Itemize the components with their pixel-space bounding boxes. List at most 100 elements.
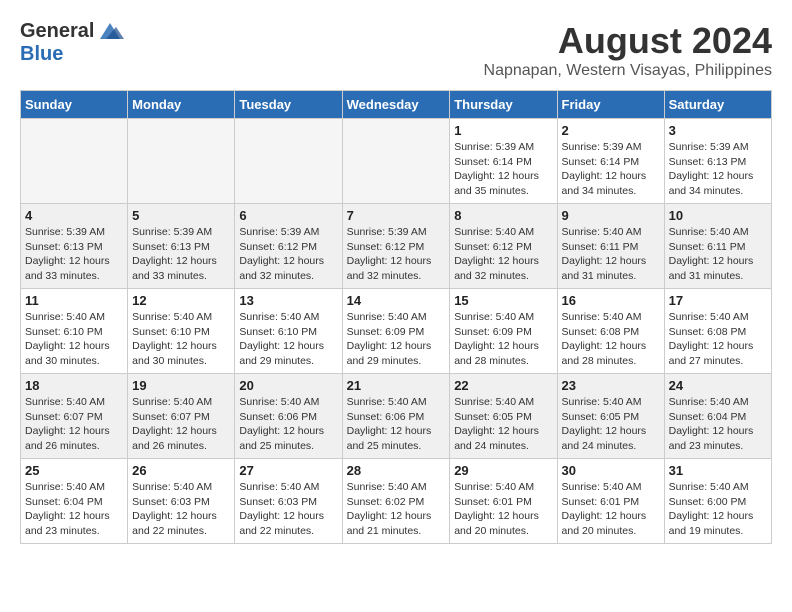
calendar-cell: 24 Sunrise: 5:40 AM Sunset: 6:04 PM Dayli… — [664, 374, 771, 459]
calendar-cell: 9 Sunrise: 5:40 AM Sunset: 6:11 PM Daylig… — [557, 204, 664, 289]
day-number: 10 — [669, 208, 767, 223]
day-info: Sunrise: 5:39 AM Sunset: 6:12 PM Dayligh… — [239, 225, 337, 284]
day-number: 31 — [669, 463, 767, 478]
day-header-monday: Monday — [128, 91, 235, 119]
day-number: 27 — [239, 463, 337, 478]
day-number: 2 — [562, 123, 660, 138]
day-info: Sunrise: 5:40 AM Sunset: 6:12 PM Dayligh… — [454, 225, 552, 284]
day-number: 5 — [132, 208, 230, 223]
calendar-cell: 6 Sunrise: 5:39 AM Sunset: 6:12 PM Daylig… — [235, 204, 342, 289]
day-header-tuesday: Tuesday — [235, 91, 342, 119]
logo-general: General — [20, 20, 94, 43]
day-info: Sunrise: 5:40 AM Sunset: 6:10 PM Dayligh… — [239, 310, 337, 369]
day-info: Sunrise: 5:39 AM Sunset: 6:12 PM Dayligh… — [347, 225, 446, 284]
day-header-sunday: Sunday — [21, 91, 128, 119]
day-number: 6 — [239, 208, 337, 223]
location-title: Napnapan, Western Visayas, Philippines — [484, 62, 772, 80]
day-info: Sunrise: 5:40 AM Sunset: 6:04 PM Dayligh… — [669, 395, 767, 454]
day-number: 18 — [25, 378, 123, 393]
day-info: Sunrise: 5:40 AM Sunset: 6:01 PM Dayligh… — [562, 480, 660, 539]
day-info: Sunrise: 5:40 AM Sunset: 6:03 PM Dayligh… — [132, 480, 230, 539]
week-row-3: 11 Sunrise: 5:40 AM Sunset: 6:10 PM Dayli… — [21, 289, 772, 374]
calendar-cell: 8 Sunrise: 5:40 AM Sunset: 6:12 PM Daylig… — [450, 204, 557, 289]
day-number: 26 — [132, 463, 230, 478]
calendar-cell: 4Sunrise: 5:39 AM Sunset: 6:13 PM Daylig… — [21, 204, 128, 289]
calendar-cell: 15 Sunrise: 5:40 AM Sunset: 6:09 PM Dayli… — [450, 289, 557, 374]
day-number: 12 — [132, 293, 230, 308]
day-header-saturday: Saturday — [664, 91, 771, 119]
day-info: Sunrise: 5:40 AM Sunset: 6:04 PM Dayligh… — [25, 480, 123, 539]
week-row-1: 1 Sunrise: 5:39 AM Sunset: 6:14 PM Daylig… — [21, 119, 772, 204]
day-number: 9 — [562, 208, 660, 223]
day-info: Sunrise: 5:40 AM Sunset: 6:11 PM Dayligh… — [562, 225, 660, 284]
day-number: 3 — [669, 123, 767, 138]
calendar-cell: 2 Sunrise: 5:39 AM Sunset: 6:14 PM Daylig… — [557, 119, 664, 204]
day-header-thursday: Thursday — [450, 91, 557, 119]
day-number: 16 — [562, 293, 660, 308]
day-info: Sunrise: 5:39 AM Sunset: 6:14 PM Dayligh… — [562, 140, 660, 199]
day-number: 8 — [454, 208, 552, 223]
day-info: Sunrise: 5:40 AM Sunset: 6:05 PM Dayligh… — [562, 395, 660, 454]
month-title: August 2024 — [484, 20, 772, 62]
day-info: Sunrise: 5:40 AM Sunset: 6:11 PM Dayligh… — [669, 225, 767, 284]
day-info: Sunrise: 5:40 AM Sunset: 6:00 PM Dayligh… — [669, 480, 767, 539]
calendar-cell: 10 Sunrise: 5:40 AM Sunset: 6:11 PM Dayli… — [664, 204, 771, 289]
calendar-cell: 12 Sunrise: 5:40 AM Sunset: 6:10 PM Dayli… — [128, 289, 235, 374]
calendar-cell: 14 Sunrise: 5:40 AM Sunset: 6:09 PM Dayli… — [342, 289, 450, 374]
day-number: 14 — [347, 293, 446, 308]
day-info: Sunrise: 5:40 AM Sunset: 6:02 PM Dayligh… — [347, 480, 446, 539]
day-info: Sunrise: 5:40 AM Sunset: 6:09 PM Dayligh… — [454, 310, 552, 369]
calendar-cell: 5 Sunrise: 5:39 AM Sunset: 6:13 PM Daylig… — [128, 204, 235, 289]
day-number: 17 — [669, 293, 767, 308]
calendar-cell — [21, 119, 128, 204]
day-number: 1 — [454, 123, 552, 138]
calendar-cell: 3 Sunrise: 5:39 AM Sunset: 6:13 PM Daylig… — [664, 119, 771, 204]
calendar-cell: 7 Sunrise: 5:39 AM Sunset: 6:12 PM Daylig… — [342, 204, 450, 289]
day-info: Sunrise: 5:40 AM Sunset: 6:08 PM Dayligh… — [562, 310, 660, 369]
day-number: 21 — [347, 378, 446, 393]
calendar-cell: 31 Sunrise: 5:40 AM Sunset: 6:00 PM Dayli… — [664, 459, 771, 544]
calendar-cell: 19 Sunrise: 5:40 AM Sunset: 6:07 PM Dayli… — [128, 374, 235, 459]
day-info: Sunrise: 5:40 AM Sunset: 6:09 PM Dayligh… — [347, 310, 446, 369]
day-number: 23 — [562, 378, 660, 393]
day-info: Sunrise: 5:39 AM Sunset: 6:13 PM Dayligh… — [669, 140, 767, 199]
day-number: 24 — [669, 378, 767, 393]
day-info: Sunrise: 5:40 AM Sunset: 6:07 PM Dayligh… — [132, 395, 230, 454]
logo-icon — [96, 21, 124, 43]
day-info: Sunrise: 5:39 AM Sunset: 6:13 PM Dayligh… — [132, 225, 230, 284]
week-row-2: 4Sunrise: 5:39 AM Sunset: 6:13 PM Daylig… — [21, 204, 772, 289]
title-area: August 2024 Napnapan, Western Visayas, P… — [484, 20, 772, 80]
day-info: Sunrise: 5:39 AM Sunset: 6:14 PM Dayligh… — [454, 140, 552, 199]
day-header-friday: Friday — [557, 91, 664, 119]
day-number: 15 — [454, 293, 552, 308]
day-info: Sunrise: 5:40 AM Sunset: 6:06 PM Dayligh… — [347, 395, 446, 454]
calendar-cell: 21 Sunrise: 5:40 AM Sunset: 6:06 PM Dayli… — [342, 374, 450, 459]
day-info: Sunrise: 5:40 AM Sunset: 6:01 PM Dayligh… — [454, 480, 552, 539]
calendar-cell — [342, 119, 450, 204]
day-info: Sunrise: 5:40 AM Sunset: 6:05 PM Dayligh… — [454, 395, 552, 454]
logo-blue: Blue — [20, 43, 63, 65]
calendar-cell: 1 Sunrise: 5:39 AM Sunset: 6:14 PM Daylig… — [450, 119, 557, 204]
day-number: 7 — [347, 208, 446, 223]
calendar-cell — [235, 119, 342, 204]
day-info: Sunrise: 5:40 AM Sunset: 6:08 PM Dayligh… — [669, 310, 767, 369]
calendar-cell: 25Sunrise: 5:40 AM Sunset: 6:04 PM Dayli… — [21, 459, 128, 544]
calendar-cell: 17 Sunrise: 5:40 AM Sunset: 6:08 PM Dayli… — [664, 289, 771, 374]
day-number: 19 — [132, 378, 230, 393]
calendar-cell: 26 Sunrise: 5:40 AM Sunset: 6:03 PM Dayli… — [128, 459, 235, 544]
day-info: Sunrise: 5:40 AM Sunset: 6:03 PM Dayligh… — [239, 480, 337, 539]
header: General Blue August 2024 Napnapan, Weste… — [20, 20, 772, 80]
day-info: Sunrise: 5:40 AM Sunset: 6:10 PM Dayligh… — [132, 310, 230, 369]
calendar-cell: 27 Sunrise: 5:40 AM Sunset: 6:03 PM Dayli… — [235, 459, 342, 544]
calendar-cell: 18 Sunrise: 5:40 AM Sunset: 6:07 PM Dayli… — [21, 374, 128, 459]
week-row-4: 18 Sunrise: 5:40 AM Sunset: 6:07 PM Dayli… — [21, 374, 772, 459]
calendar-cell: 20 Sunrise: 5:40 AM Sunset: 6:06 PM Dayli… — [235, 374, 342, 459]
day-number: 22 — [454, 378, 552, 393]
day-info: Sunrise: 5:40 AM Sunset: 6:06 PM Dayligh… — [239, 395, 337, 454]
day-number: 11 — [25, 293, 123, 308]
calendar-cell: 29Sunrise: 5:40 AM Sunset: 6:01 PM Dayli… — [450, 459, 557, 544]
calendar-cell: 30Sunrise: 5:40 AM Sunset: 6:01 PM Dayli… — [557, 459, 664, 544]
day-number: 20 — [239, 378, 337, 393]
day-number: 28 — [347, 463, 446, 478]
day-info: Sunrise: 5:40 AM Sunset: 6:07 PM Dayligh… — [25, 395, 123, 454]
